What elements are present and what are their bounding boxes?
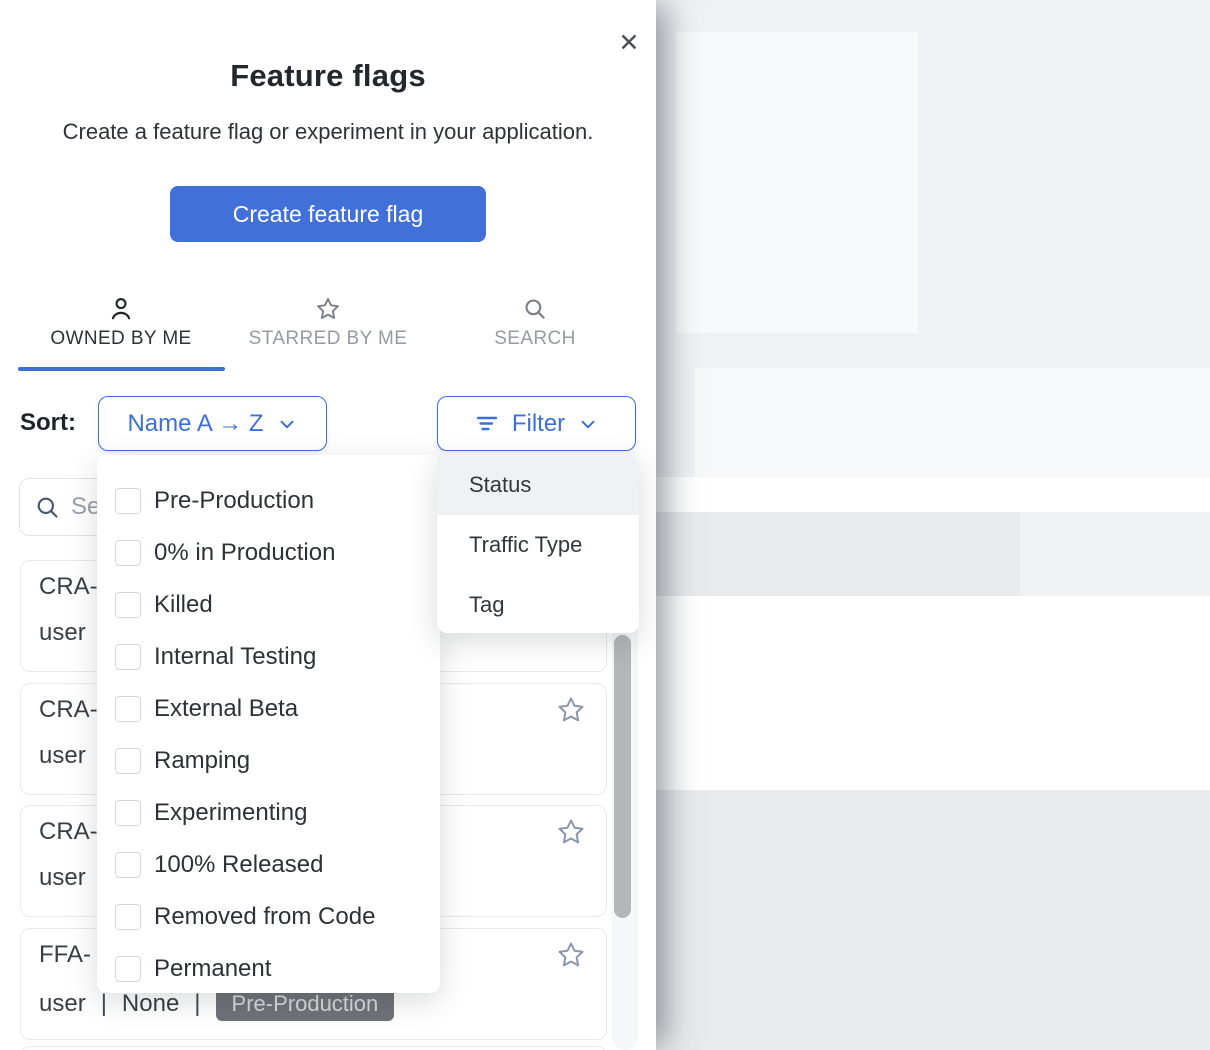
- background-page: [656, 0, 1210, 1050]
- sort-value: Name A → Z: [127, 410, 263, 438]
- checkbox[interactable]: [115, 748, 141, 774]
- checkbox[interactable]: [115, 592, 141, 618]
- active-tab-underline: [18, 367, 225, 371]
- star-icon[interactable]: [556, 695, 586, 725]
- menu-item-label: Internal Testing: [154, 643, 316, 671]
- flag-meta: user: [39, 742, 86, 770]
- flag-id: CRA-: [39, 573, 98, 601]
- menu-item-permanent[interactable]: Permanent: [97, 943, 440, 995]
- tab-label: STARRED BY ME: [223, 328, 433, 350]
- background-block: [676, 32, 918, 333]
- menu-item-traffic-type[interactable]: Traffic Type: [437, 515, 639, 575]
- tab-label: SEARCH: [430, 328, 640, 350]
- filter-label: Filter: [512, 410, 565, 438]
- checkbox[interactable]: [115, 540, 141, 566]
- menu-item-label: Removed from Code: [154, 903, 375, 931]
- sort-dropdown[interactable]: Name A → Z: [98, 396, 327, 451]
- page-subtitle: Create a feature flag or experiment in y…: [0, 119, 656, 145]
- sort-label: Sort:: [20, 409, 76, 437]
- flag-card[interactable]: [20, 1046, 607, 1050]
- filter-category-menu: Status Traffic Type Tag: [437, 455, 639, 633]
- screen: ✕ Feature flags Create a feature flag or…: [0, 0, 1210, 1050]
- menu-item-tag[interactable]: Tag: [437, 575, 639, 633]
- checkbox[interactable]: [115, 956, 141, 982]
- background-strip: [656, 477, 1210, 512]
- menu-item-killed[interactable]: Killed: [97, 579, 440, 631]
- menu-item-ramping[interactable]: Ramping: [97, 735, 440, 787]
- tab-label: OWNED BY ME: [16, 328, 226, 350]
- flag-meta: user: [39, 619, 86, 647]
- background-gray-block: [656, 512, 1020, 596]
- menu-item-status[interactable]: Status: [437, 455, 639, 515]
- menu-item-label: Ramping: [154, 747, 250, 775]
- menu-item-label: Killed: [154, 591, 213, 619]
- menu-item-label: External Beta: [154, 695, 298, 723]
- tab-starred-by-me[interactable]: STARRED BY ME: [223, 296, 433, 350]
- menu-item-label: 100% Released: [154, 851, 323, 879]
- checkbox[interactable]: [115, 696, 141, 722]
- checkbox[interactable]: [115, 852, 141, 878]
- star-icon[interactable]: [556, 817, 586, 847]
- page-title: Feature flags: [0, 58, 656, 94]
- background-band: [695, 368, 1210, 477]
- person-icon: [108, 296, 134, 322]
- checkbox[interactable]: [115, 644, 141, 670]
- menu-item-label: Experimenting: [154, 799, 307, 827]
- tab-owned-by-me[interactable]: OWNED BY ME: [16, 296, 226, 350]
- menu-item-label: 0% in Production: [154, 539, 335, 567]
- menu-item-internal-testing[interactable]: Internal Testing: [97, 631, 440, 683]
- close-icon[interactable]: ✕: [612, 26, 646, 60]
- checkbox[interactable]: [115, 904, 141, 930]
- status-filter-menu: Pre-Production 0% in Production Killed I…: [97, 455, 440, 993]
- search-icon: [34, 494, 61, 521]
- chevron-down-icon: [276, 413, 298, 435]
- checkbox[interactable]: [115, 800, 141, 826]
- star-icon[interactable]: [556, 940, 586, 970]
- background-bottom-block: [656, 790, 1210, 1050]
- star-icon: [315, 296, 341, 322]
- flag-id: CRA-: [39, 818, 98, 846]
- flag-traffic-type: user: [39, 990, 86, 1018]
- scrollbar-thumb[interactable]: [614, 635, 631, 918]
- feature-flags-panel: ✕ Feature flags Create a feature flag or…: [0, 0, 656, 1050]
- menu-item-removed-from-code[interactable]: Removed from Code: [97, 891, 440, 943]
- filter-dropdown[interactable]: Filter: [437, 396, 636, 451]
- menu-item-label: Pre-Production: [154, 487, 314, 515]
- tab-search[interactable]: SEARCH: [430, 296, 640, 350]
- flag-id: CRA-: [39, 696, 98, 724]
- menu-item-external-beta[interactable]: External Beta: [97, 683, 440, 735]
- background-white-area: [656, 596, 1210, 790]
- checkbox[interactable]: [115, 488, 141, 514]
- menu-item-experimenting[interactable]: Experimenting: [97, 787, 440, 839]
- menu-item-0-in-production[interactable]: 0% in Production: [97, 527, 440, 579]
- flag-id: FFA-: [39, 941, 91, 969]
- filter-lines-icon: [474, 412, 500, 436]
- flag-meta: user: [39, 864, 86, 892]
- menu-item-100-released[interactable]: 100% Released: [97, 839, 440, 891]
- menu-item-label: Permanent: [154, 955, 271, 983]
- search-icon: [522, 296, 548, 322]
- menu-item-pre-production[interactable]: Pre-Production: [97, 475, 440, 527]
- chevron-down-icon: [577, 413, 599, 435]
- create-feature-flag-button[interactable]: Create feature flag: [170, 186, 486, 242]
